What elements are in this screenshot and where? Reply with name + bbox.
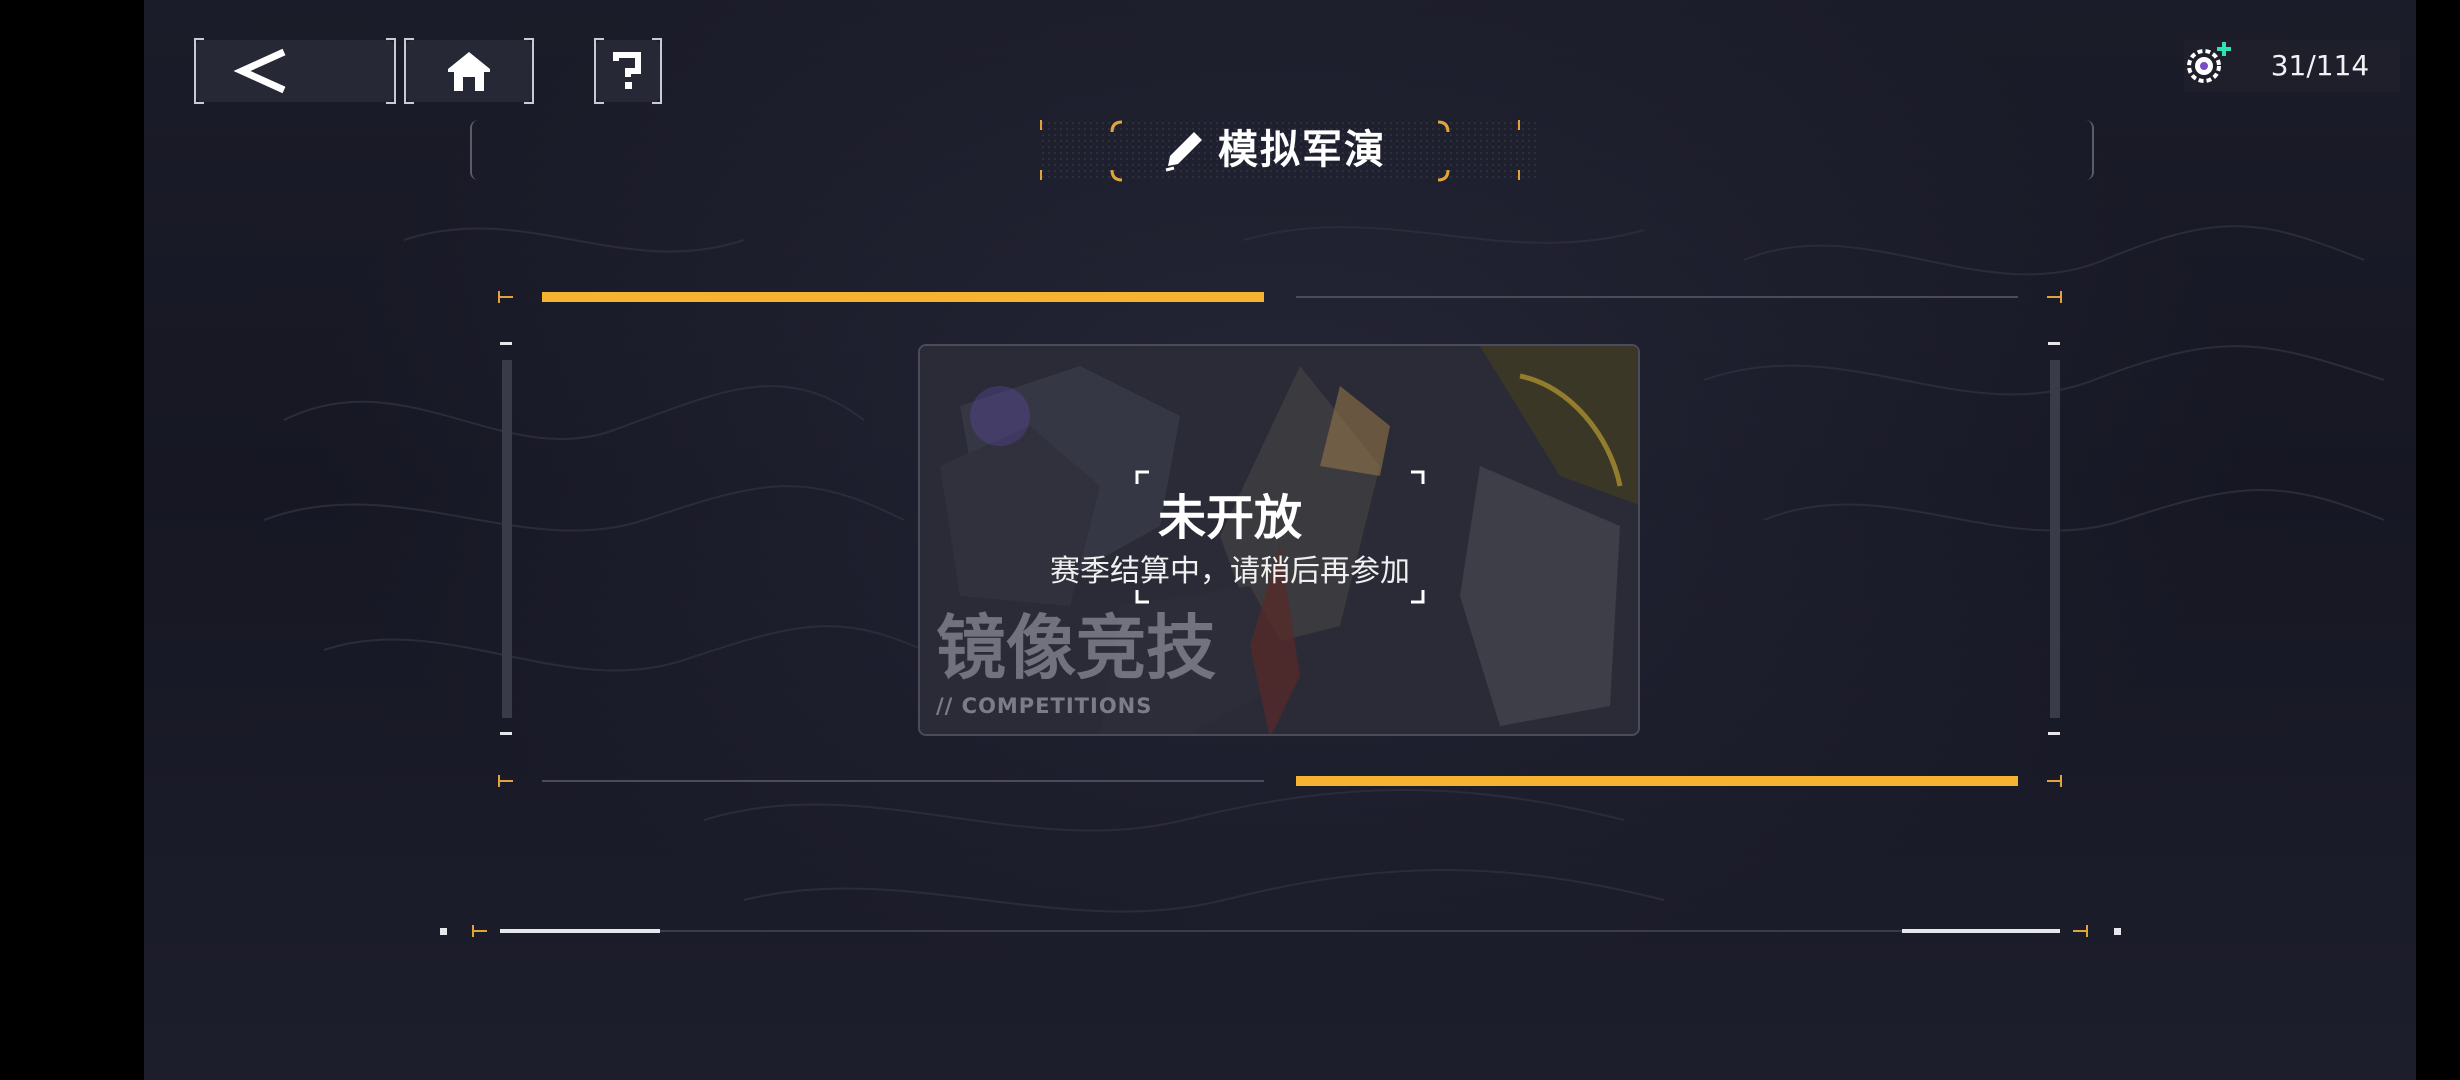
mode-name: 镜像竞技 xyxy=(936,607,1216,689)
status-message: 赛季结算中，请稍后再参加 xyxy=(1050,554,1410,589)
mode-subtitle: // COMPETITIONS xyxy=(936,694,1153,718)
status-title: 未开放 xyxy=(1157,490,1302,546)
